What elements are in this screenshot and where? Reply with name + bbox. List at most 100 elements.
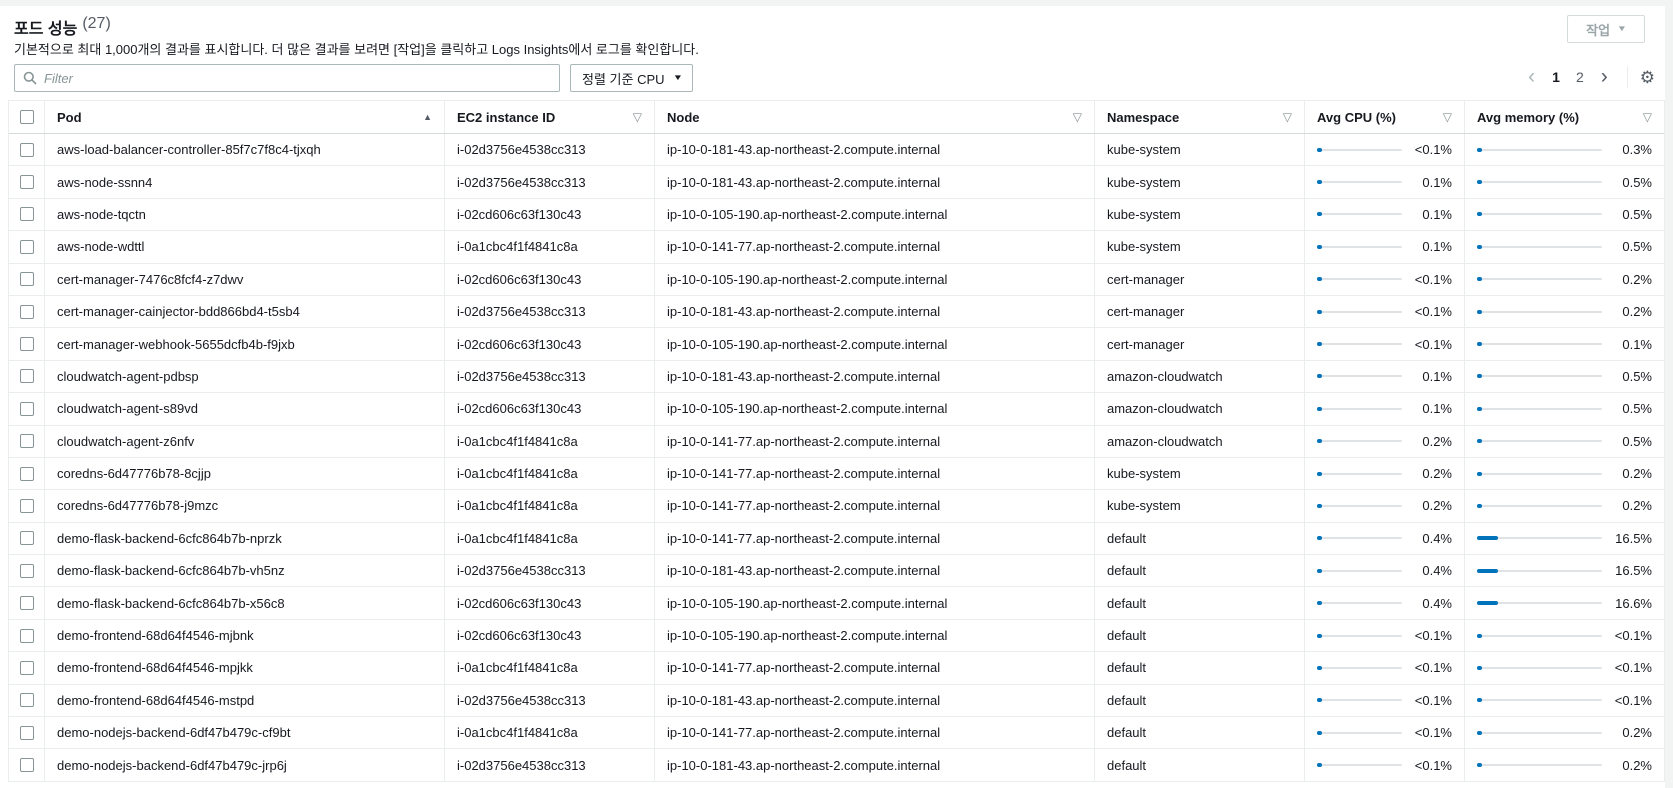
memory-usage-bar <box>1477 503 1602 509</box>
table-row: cloudwatch-agent-pdbsp i-02d3756e4538cc3… <box>9 360 1664 394</box>
memory-usage-bar <box>1477 276 1602 282</box>
node-name: ip-10-0-105-190.ap-northeast-2.compute.i… <box>655 393 1095 425</box>
memory-usage-bar <box>1477 471 1602 477</box>
column-header-node[interactable]: Node ▽ <box>655 101 1095 133</box>
row-checkbox[interactable] <box>19 304 34 319</box>
cpu-usage-bar <box>1317 211 1402 217</box>
table-row: demo-frontend-68d64f4546-mjbnk i-02cd606… <box>9 619 1664 653</box>
row-checkbox[interactable] <box>19 725 34 740</box>
row-checkbox[interactable] <box>19 175 34 190</box>
ec2-instance-id: i-02cd606c63f130c43 <box>445 587 655 619</box>
row-checkbox[interactable] <box>19 466 34 481</box>
table-header-row: Pod ▲ EC2 instance ID ▽ Node ▽ Namespace… <box>9 101 1664 134</box>
pod-name: cloudwatch-agent-z6nfv <box>45 425 445 457</box>
memory-bar-track <box>1477 343 1602 346</box>
memory-bar-track <box>1477 504 1602 507</box>
pod-name: demo-flask-backend-6cfc864b7b-x56c8 <box>45 587 445 619</box>
row-checkbox[interactable] <box>19 272 34 287</box>
node-name: ip-10-0-141-77.ap-northeast-2.compute.in… <box>655 231 1095 263</box>
cpu-value: <0.1% <box>1414 725 1452 741</box>
cpu-bar-fill <box>1317 244 1322 249</box>
sort-toggle-icon[interactable]: ▽ <box>1443 110 1452 124</box>
cpu-value: 0.4% <box>1422 595 1452 611</box>
actions-button[interactable]: 작업 ▼ <box>1567 15 1645 43</box>
table-row: cloudwatch-agent-s89vd i-02cd606c63f130c… <box>9 393 1664 426</box>
pod-name: cert-manager-webhook-5655dcfb4b-f9jxb <box>45 328 445 360</box>
row-checkbox[interactable] <box>19 628 34 643</box>
ec2-instance-id: i-02d3756e4538cc313 <box>445 295 655 328</box>
ec2-instance-id: i-02d3756e4538cc313 <box>445 749 655 781</box>
column-header-namespace[interactable]: Namespace ▽ <box>1095 101 1305 133</box>
cpu-usage-bar <box>1317 406 1402 412</box>
row-checkbox[interactable] <box>19 337 34 352</box>
namespace: kube-system <box>1095 490 1305 522</box>
memory-usage-bar <box>1477 600 1602 606</box>
row-checkbox[interactable] <box>19 758 34 773</box>
memory-bar-track <box>1477 213 1602 216</box>
node-name: ip-10-0-141-77.ap-northeast-2.compute.in… <box>655 717 1095 749</box>
pagination: ‹ 12 › ⚙ <box>1519 66 1655 88</box>
cpu-bar-fill <box>1317 439 1322 444</box>
row-checkbox[interactable] <box>19 498 34 513</box>
row-checkbox[interactable] <box>19 660 34 675</box>
table-row: demo-flask-backend-6cfc864b7b-nprzk i-0a… <box>9 522 1664 556</box>
cpu-bar-fill <box>1317 730 1322 735</box>
column-header-avg-memory[interactable]: Avg memory (%) ▽ <box>1465 101 1664 133</box>
column-header-pod[interactable]: Pod ▲ <box>45 101 445 133</box>
row-checkbox[interactable] <box>19 239 34 254</box>
sort-toggle-icon[interactable]: ▽ <box>1643 110 1652 124</box>
memory-usage-bar <box>1477 406 1602 412</box>
filter-input[interactable] <box>44 70 551 86</box>
memory-bar-fill <box>1477 633 1482 638</box>
cpu-value: <0.1% <box>1414 660 1452 676</box>
row-checkbox[interactable] <box>19 207 34 222</box>
search-icon <box>23 71 37 85</box>
row-checkbox[interactable] <box>19 563 34 578</box>
pagination-prev[interactable]: ‹ <box>1519 66 1544 88</box>
page-title: 포드 성능 <box>14 21 78 38</box>
row-checkbox[interactable] <box>19 434 34 449</box>
row-checkbox[interactable] <box>19 369 34 384</box>
cpu-bar-track <box>1317 699 1402 702</box>
settings-gear-icon[interactable]: ⚙ <box>1640 69 1655 86</box>
sort-toggle-icon[interactable]: ▽ <box>1283 110 1292 124</box>
table-row: demo-frontend-68d64f4546-mstpd i-02d3756… <box>9 684 1664 718</box>
memory-value: 0.5% <box>1622 206 1652 222</box>
memory-bar-fill <box>1477 406 1482 411</box>
sort-by-dropdown[interactable]: 정렬 기준 CPU ▼ <box>570 64 694 92</box>
memory-bar-fill <box>1477 277 1482 282</box>
node-name: ip-10-0-105-190.ap-northeast-2.compute.i… <box>655 263 1095 295</box>
memory-bar-fill <box>1477 763 1482 768</box>
memory-value: 0.3% <box>1622 142 1652 158</box>
memory-bar-fill <box>1477 568 1498 573</box>
column-header-avg-cpu[interactable]: Avg CPU (%) ▽ <box>1305 101 1465 133</box>
pod-name: demo-nodejs-backend-6df47b479c-jrp6j <box>45 749 445 781</box>
memory-value: 0.5% <box>1622 239 1652 255</box>
namespace: amazon-cloudwatch <box>1095 360 1305 393</box>
row-checkbox[interactable] <box>19 401 34 416</box>
select-all-checkbox[interactable] <box>19 110 34 124</box>
memory-bar-fill <box>1477 180 1482 185</box>
pagination-page-2[interactable]: 2 <box>1568 69 1592 85</box>
memory-value: 0.1% <box>1622 336 1652 352</box>
namespace: default <box>1095 717 1305 749</box>
row-checkbox[interactable] <box>19 693 34 708</box>
table-row: demo-nodejs-backend-6df47b479c-cf9bt i-0… <box>9 717 1664 750</box>
row-checkbox[interactable] <box>19 596 34 611</box>
memory-value: <0.1% <box>1614 628 1652 644</box>
ec2-instance-id: i-02d3756e4538cc313 <box>445 684 655 717</box>
column-header-ec2-instance-id[interactable]: EC2 instance ID ▽ <box>445 101 655 133</box>
cpu-bar-track <box>1317 537 1402 540</box>
ec2-instance-id: i-0a1cbc4f1f4841c8a <box>445 717 655 749</box>
memory-bar-fill <box>1477 212 1482 217</box>
pagination-page-1[interactable]: 1 <box>1544 69 1568 85</box>
pod-table: Pod ▲ EC2 instance ID ▽ Node ▽ Namespace… <box>8 100 1665 782</box>
pagination-next[interactable]: › <box>1592 66 1617 88</box>
pod-name: cloudwatch-agent-s89vd <box>45 393 445 425</box>
row-checkbox[interactable] <box>19 142 34 157</box>
memory-bar-fill <box>1477 439 1482 444</box>
sort-toggle-icon[interactable]: ▽ <box>1073 110 1082 124</box>
row-checkbox[interactable] <box>19 531 34 546</box>
namespace: cert-manager <box>1095 328 1305 360</box>
sort-toggle-icon[interactable]: ▽ <box>633 110 642 124</box>
